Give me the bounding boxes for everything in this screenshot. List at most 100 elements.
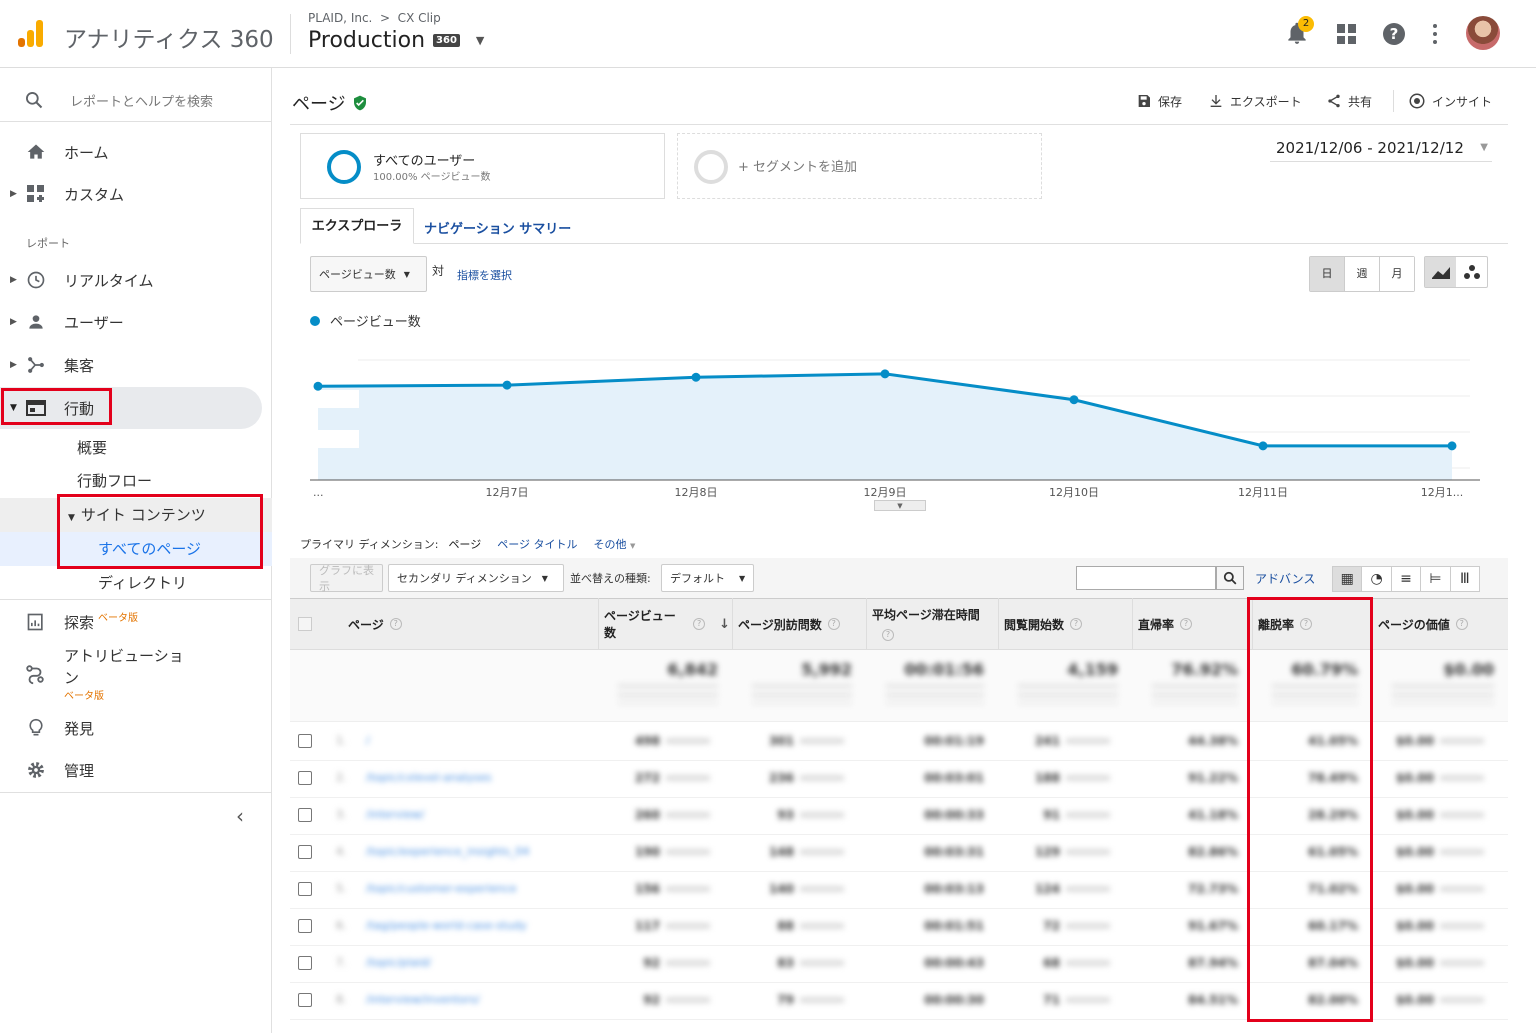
dimension-other[interactable]: その他 ▼ xyxy=(594,536,636,552)
help-tooltip-icon[interactable]: ? xyxy=(882,629,894,641)
line-chart-icon[interactable] xyxy=(1425,257,1456,287)
data-point[interactable] xyxy=(880,369,890,379)
sidebar-item-custom[interactable]: ▶ カスタム xyxy=(0,173,272,215)
page-link[interactable]: /interview/inventors/ xyxy=(366,993,556,1006)
select-all-checkbox[interactable] xyxy=(298,617,312,631)
clock-icon xyxy=(24,268,48,292)
row-checkbox[interactable] xyxy=(298,734,312,748)
help-tooltip-icon[interactable]: ? xyxy=(693,618,706,630)
sidebar-item-overview[interactable]: 概要 xyxy=(77,437,107,458)
column-header-0[interactable]: ページ? xyxy=(348,600,608,648)
notifications-bell-icon[interactable]: 2 xyxy=(1284,16,1314,46)
row-checkbox[interactable] xyxy=(298,845,312,859)
data-point[interactable] xyxy=(313,381,323,391)
data-point[interactable] xyxy=(1447,441,1457,451)
advanced-filter-link[interactable]: アドバンス xyxy=(1255,570,1315,587)
page-link[interactable]: /topic/plaid/ xyxy=(366,956,556,969)
row-checkbox[interactable] xyxy=(298,993,312,1007)
help-tooltip-icon[interactable]: ? xyxy=(1455,618,1468,630)
insight-button[interactable]: インサイト xyxy=(1408,88,1492,114)
segment-all-users[interactable]: すべてのユーザー 100.00% ページビュー数 xyxy=(300,133,665,199)
comparison-view-icon[interactable]: ⊨ xyxy=(1421,567,1451,591)
performance-view-icon[interactable]: ≡ xyxy=(1392,567,1422,591)
sidebar-search[interactable]: レポートとヘルプを検索 xyxy=(0,78,272,122)
analytics-logo-icon[interactable] xyxy=(16,18,46,48)
sort-type-dropdown[interactable]: デフォルト ▼ xyxy=(661,564,754,592)
help-tooltip-icon[interactable]: ? xyxy=(827,618,840,630)
day-button[interactable]: 日 xyxy=(1310,257,1345,291)
more-vert-icon[interactable] xyxy=(1430,22,1440,46)
sidebar-item-admin[interactable]: 管理 xyxy=(0,749,272,791)
row-cell: 44.38% xyxy=(1188,734,1238,748)
tab-navigation-summary[interactable]: ナビゲーション サマリー xyxy=(424,218,571,237)
row-cell-percent xyxy=(666,849,710,855)
sidebar-item-directory[interactable]: ディレクトリ xyxy=(98,572,187,593)
sidebar-item-realtime[interactable]: ▶ リアルタイム xyxy=(0,259,272,301)
sidebar-item-discover[interactable]: 発見 xyxy=(0,707,272,749)
data-point[interactable] xyxy=(502,380,512,390)
column-header-4[interactable]: 閲覧開始数? xyxy=(1004,600,1130,648)
sidebar-item-attribution[interactable]: アトリビューショ ン ベータ版 xyxy=(0,645,272,705)
account-breadcrumb[interactable]: PLAID, Inc. > CX Clip xyxy=(308,11,441,25)
export-button[interactable]: エクスポート xyxy=(1208,88,1302,114)
apps-grid-icon[interactable] xyxy=(1337,24,1357,44)
page-link[interactable]: /tag/people-world-case-study xyxy=(366,919,556,932)
chevron-down-icon: ▼ xyxy=(1480,142,1488,153)
sidebar-item-explore[interactable]: 探索 ベータ版 xyxy=(0,601,272,643)
add-segment-button[interactable]: + セグメントを追加 xyxy=(677,133,1042,199)
week-button[interactable]: 週 xyxy=(1345,257,1380,291)
collapse-sidebar-icon[interactable]: ‹ xyxy=(236,804,244,828)
save-button[interactable]: 保存 xyxy=(1136,88,1182,114)
sort-desc-icon[interactable]: ↓ xyxy=(719,617,730,632)
help-tooltip-icon[interactable]: ? xyxy=(1070,618,1083,630)
sidebar-item-label: 探索 xyxy=(64,613,95,632)
dimension-page[interactable]: ページ xyxy=(448,536,481,552)
column-header-5[interactable]: 直帰率? xyxy=(1138,600,1250,648)
motion-chart-icon[interactable] xyxy=(1456,257,1487,287)
dimension-page-title[interactable]: ページ タイトル xyxy=(497,536,577,552)
avatar[interactable] xyxy=(1466,16,1500,50)
chart-resize-handle[interactable]: ▼ xyxy=(874,500,926,511)
pivot-view-icon[interactable]: Ⅲ xyxy=(1451,567,1479,591)
pie-view-icon[interactable]: ◔ xyxy=(1362,567,1392,591)
share-button[interactable]: 共有 xyxy=(1326,88,1372,114)
help-icon[interactable]: ? xyxy=(1383,23,1405,45)
row-checkbox[interactable] xyxy=(298,882,312,896)
page-link[interactable]: /interview/ xyxy=(366,808,556,821)
row-checkbox[interactable] xyxy=(298,808,312,822)
page-link[interactable]: /topic/cxlevel-analyses xyxy=(366,771,556,784)
sidebar-item-label-cont: ン xyxy=(64,669,80,687)
sidebar-item-home[interactable]: ホーム xyxy=(0,131,272,173)
secondary-dimension-dropdown[interactable]: セカンダリ ディメンション ▼ xyxy=(388,564,564,592)
sidebar-item-behavior-flow[interactable]: 行動フロー xyxy=(77,470,152,491)
date-range-selector[interactable]: 2021/12/06 - 2021/12/12 ▼ xyxy=(1270,134,1492,162)
row-checkbox[interactable] xyxy=(298,956,312,970)
sidebar-item-label: ホーム xyxy=(64,143,109,162)
metric-dropdown[interactable]: ページビュー数 ▼ xyxy=(310,256,427,292)
plot-rows-button[interactable]: グラフに表示 xyxy=(310,564,383,593)
data-point[interactable] xyxy=(1258,441,1268,451)
data-point[interactable] xyxy=(691,372,701,382)
page-link[interactable]: / xyxy=(366,734,556,747)
table-search-button[interactable] xyxy=(1216,566,1244,590)
tab-explorer[interactable]: エクスプローラ xyxy=(300,208,414,244)
sidebar-item-users[interactable]: ▶ ユーザー xyxy=(0,301,272,343)
help-tooltip-icon[interactable]: ? xyxy=(389,618,402,630)
month-button[interactable]: 月 xyxy=(1380,257,1414,291)
column-header-7[interactable]: ページの価値? xyxy=(1378,600,1506,648)
column-divider xyxy=(1132,598,1133,650)
table-search-input[interactable] xyxy=(1076,566,1216,590)
page-link[interactable]: /topic/customer-experience xyxy=(366,882,556,895)
property-selector[interactable]: Production 360 ▼ xyxy=(308,28,484,53)
sidebar-item-acquisition[interactable]: ▶ 集客 xyxy=(0,344,272,386)
data-point[interactable] xyxy=(1069,395,1079,405)
column-header-3[interactable]: 平均ページ滞在時間? xyxy=(872,600,996,648)
row-checkbox[interactable] xyxy=(298,919,312,933)
column-header-2[interactable]: ページ別訪問数? xyxy=(738,600,864,648)
help-tooltip-icon[interactable]: ? xyxy=(1180,618,1193,630)
select-metric-link[interactable]: 指標を選択 xyxy=(457,267,512,283)
table-view-icon[interactable]: ▦ xyxy=(1333,567,1363,591)
page-link[interactable]: /topic/experience_insights_04 xyxy=(366,845,556,858)
row-checkbox[interactable] xyxy=(298,771,312,785)
column-header-1[interactable]: ページビュー数? ↓ xyxy=(604,600,730,648)
